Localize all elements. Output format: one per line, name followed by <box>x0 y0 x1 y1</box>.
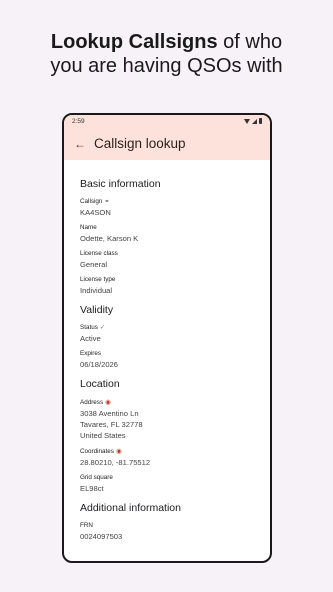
section-title-additional: Additional information <box>80 502 181 514</box>
field-address: Address ◉ 3038 Aventino Ln Tavares, FL 3… <box>80 398 270 441</box>
coordinates-label: Coordinates <box>80 447 114 455</box>
callsign-value: KA4SON <box>80 208 111 217</box>
lookup-content: Basic information Callsign ⚭ KA4SON Name… <box>64 160 270 542</box>
frn-label: FRN <box>80 522 93 529</box>
promo-headline-rest: of who <box>217 31 283 53</box>
check-icon: ✓ <box>99 325 105 331</box>
field-frn: FRN 0024097503 <box>80 522 270 542</box>
callsign-label: Callsign <box>80 198 103 205</box>
promo-headline: Lookup Callsigns of who you are having Q… <box>0 30 333 78</box>
address-line2: Tavares, FL 32778 <box>80 420 143 429</box>
phone-frame: 2:59 ← Callsign lookup Basic information… <box>62 113 272 563</box>
field-label: Callsign ⚭ <box>80 198 270 205</box>
section-title-validity: Validity <box>80 304 114 316</box>
address-line1: 3038 Aventino Ln <box>80 409 139 418</box>
field-label: Coordinates ◉ <box>80 447 270 456</box>
grid-square-label: Grid square <box>80 474 113 481</box>
frn-value: 0024097503 <box>80 532 123 541</box>
section-title-basic: Basic information <box>80 178 161 190</box>
promo-headline-line2: you are having QSOs with <box>50 55 283 77</box>
field-label: Status ✓ <box>80 324 270 331</box>
app-bar: ← Callsign lookup <box>64 127 270 160</box>
signal-icon <box>252 118 257 124</box>
status-label: Status <box>80 324 98 331</box>
license-type-label: License type <box>80 276 116 283</box>
field-license-type: License type Individual <box>80 276 270 296</box>
map-pin-icon[interactable]: ◉ <box>116 447 122 455</box>
license-type-value: Individual <box>80 286 113 295</box>
field-status: Status ✓ Active <box>80 324 270 344</box>
license-class-label: License class <box>80 250 118 257</box>
back-arrow-icon[interactable]: ← <box>74 137 92 151</box>
field-callsign: Callsign ⚭ KA4SON <box>80 198 270 218</box>
link-icon[interactable]: ⚭ <box>104 198 109 205</box>
promo-headline-bold: Lookup Callsigns <box>50 31 218 53</box>
status-time: 2:59 <box>72 117 85 125</box>
field-label: Address ◉ <box>80 398 270 407</box>
promo-headline-line1: Lookup Callsigns of who <box>0 30 333 54</box>
map-pin-icon[interactable]: ◉ <box>105 398 111 406</box>
battery-icon <box>259 118 262 124</box>
address-line3: United States <box>80 431 126 440</box>
coordinates-value: 28.80210, -81.75512 <box>80 458 151 467</box>
grid-square-value: EL98ct <box>80 484 104 493</box>
license-class-value: General <box>80 260 108 269</box>
wifi-icon <box>244 118 250 124</box>
section-title-location: Location <box>80 378 120 390</box>
expires-value: 06/18/2026 <box>80 360 119 369</box>
status-bar: 2:59 <box>64 115 270 127</box>
status-icons <box>244 118 262 124</box>
app-bar-title: Callsign lookup <box>94 136 186 151</box>
status-value: Active <box>80 334 101 343</box>
field-name: Name Odette, Karson K <box>80 224 270 244</box>
expires-label: Expires <box>80 350 101 357</box>
field-grid-square: Grid square EL98ct <box>80 474 270 494</box>
address-label: Address <box>80 398 104 406</box>
field-expires: Expires 06/18/2026 <box>80 350 270 370</box>
name-label: Name <box>80 224 97 231</box>
name-value: Odette, Karson K <box>80 234 139 243</box>
field-license-class: License class General <box>80 250 270 270</box>
field-coordinates: Coordinates ◉ 28.80210, -81.75512 <box>80 447 270 468</box>
